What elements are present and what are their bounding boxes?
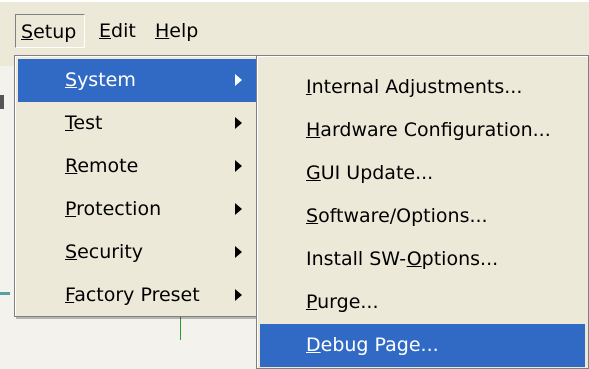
menu-item-security-mnemonic: S bbox=[65, 241, 78, 263]
menu-help[interactable]: Help bbox=[150, 14, 202, 48]
submenu-arrow-icon bbox=[235, 203, 242, 215]
menu-item-remote-mnemonic: R bbox=[65, 155, 78, 177]
install-sw-options-prefix: Install SW- bbox=[306, 248, 407, 270]
submenu-item-debug-page-label: Debug Page... bbox=[306, 324, 439, 367]
menu-item-remote-text: emote bbox=[77, 155, 139, 177]
menu-help-label: elp bbox=[169, 20, 199, 42]
menu-item-protection[interactable]: Protection bbox=[18, 188, 260, 231]
debug-page-mnemonic: D bbox=[306, 334, 321, 356]
internal-adjustments-text: nternal Adjustments... bbox=[311, 76, 523, 98]
menu-item-system-label: System bbox=[65, 59, 136, 102]
system-submenu: Internal Adjustments... Hardware Configu… bbox=[256, 55, 589, 369]
menu-item-remote[interactable]: Remote bbox=[18, 145, 260, 188]
menu-item-system-mnemonic: S bbox=[65, 69, 78, 91]
menu-edit[interactable]: Edit bbox=[94, 14, 142, 48]
menu-item-test-text: est bbox=[73, 112, 103, 134]
submenu-item-gui-update-label: GUI Update... bbox=[306, 152, 433, 195]
submenu-item-hardware-configuration[interactable]: Hardware Configuration... bbox=[260, 109, 585, 152]
menu-item-factory-preset[interactable]: Factory Preset bbox=[18, 274, 260, 317]
menu-bar-strip bbox=[0, 11, 589, 51]
install-sw-options-mnemonic: O bbox=[406, 248, 422, 270]
submenu-arrow-icon bbox=[235, 74, 242, 86]
menu-item-security[interactable]: Security bbox=[18, 231, 260, 274]
purge-mnemonic: P bbox=[306, 291, 318, 313]
gui-update-text: UI Update... bbox=[320, 162, 434, 184]
submenu-item-gui-update[interactable]: GUI Update... bbox=[260, 152, 585, 195]
gui-update-mnemonic: G bbox=[306, 162, 321, 184]
purge-text: urge... bbox=[317, 291, 379, 313]
menu-item-remote-label: Remote bbox=[65, 145, 138, 188]
setup-menu: System Test Remote Protection Security F… bbox=[14, 55, 264, 317]
submenu-item-install-sw-options-label: Install SW-Options... bbox=[306, 238, 498, 281]
software-options-mnemonic: S bbox=[306, 205, 319, 227]
install-sw-options-text: ptions... bbox=[421, 248, 499, 270]
menu-setup[interactable]: Setup bbox=[15, 14, 85, 48]
hardware-configuration-text: ardware Configuration... bbox=[320, 119, 551, 141]
submenu-item-software-options[interactable]: Software/Options... bbox=[260, 195, 585, 238]
submenu-arrow-icon bbox=[235, 117, 242, 129]
menu-item-system[interactable]: System bbox=[18, 59, 260, 102]
submenu-item-hardware-configuration-label: Hardware Configuration... bbox=[306, 109, 551, 152]
background-teal-mark bbox=[0, 292, 10, 295]
menu-edit-mnemonic: E bbox=[99, 20, 112, 42]
menu-item-security-text: ecurity bbox=[77, 241, 144, 263]
menu-item-system-text: ystem bbox=[77, 69, 136, 91]
menu-item-test[interactable]: Test bbox=[18, 102, 260, 145]
menu-help-mnemonic: H bbox=[155, 20, 170, 42]
hardware-configuration-mnemonic: H bbox=[306, 119, 321, 141]
submenu-item-internal-adjustments[interactable]: Internal Adjustments... bbox=[260, 66, 585, 109]
submenu-item-install-sw-options[interactable]: Install SW-Options... bbox=[260, 238, 585, 281]
menu-item-factory-preset-text: actory Preset bbox=[74, 284, 200, 306]
submenu-item-internal-adjustments-label: Internal Adjustments... bbox=[306, 66, 522, 109]
submenu-item-purge-label: Purge... bbox=[306, 281, 379, 324]
background-left-mark bbox=[0, 95, 4, 109]
menu-item-protection-mnemonic: P bbox=[65, 198, 77, 220]
submenu-arrow-icon bbox=[235, 246, 242, 258]
menu-setup-mnemonic: S bbox=[21, 21, 34, 43]
submenu-arrow-icon bbox=[235, 289, 242, 301]
debug-page-text: ebug Page... bbox=[320, 334, 439, 356]
menu-item-factory-preset-mnemonic: F bbox=[65, 284, 75, 306]
menu-item-factory-preset-label: Factory Preset bbox=[65, 274, 200, 317]
menu-item-protection-text: rotection bbox=[76, 198, 162, 220]
menu-item-protection-label: Protection bbox=[65, 188, 161, 231]
menu-item-security-label: Security bbox=[65, 231, 143, 274]
menu-item-test-label: Test bbox=[65, 102, 102, 145]
menu-edit-label: dit bbox=[111, 20, 136, 42]
submenu-arrow-icon bbox=[235, 160, 242, 172]
menu-setup-label: etup bbox=[33, 21, 77, 43]
submenu-item-debug-page[interactable]: Debug Page... bbox=[260, 324, 585, 367]
submenu-item-software-options-label: Software/Options... bbox=[306, 195, 488, 238]
software-options-text: oftware/Options... bbox=[318, 205, 488, 227]
submenu-item-purge[interactable]: Purge... bbox=[260, 281, 585, 324]
menu-bar: Setup Edit Help bbox=[0, 0, 589, 60]
